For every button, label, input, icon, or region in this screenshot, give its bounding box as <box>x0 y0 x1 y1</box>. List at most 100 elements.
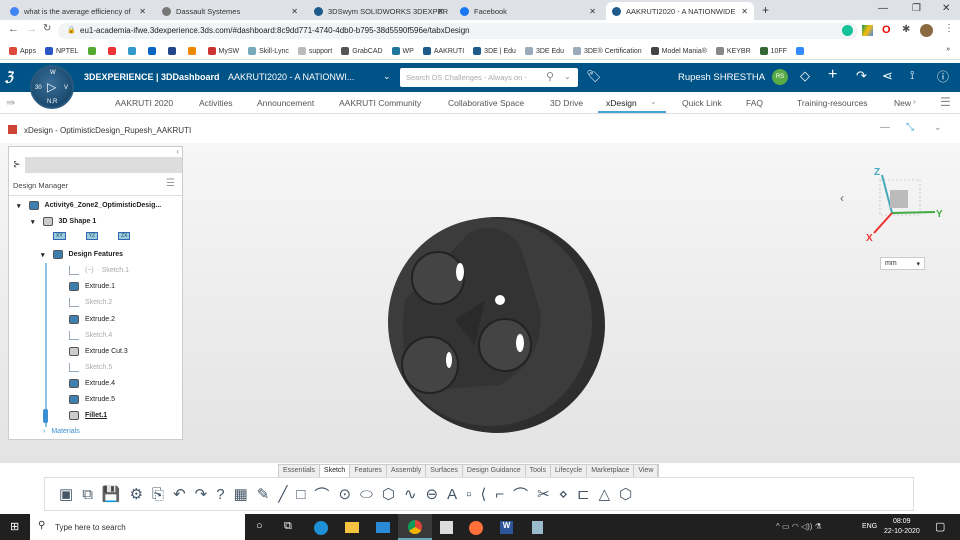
tab-quick-link[interactable]: Quick Link <box>682 98 722 108</box>
bookmark[interactable]: WP <box>391 46 414 55</box>
back-button[interactable]: ← <box>8 23 19 35</box>
text-icon[interactable]: A <box>447 486 457 503</box>
profile-avatar[interactable] <box>920 24 933 37</box>
3d-view-icon[interactable]: ⬡ <box>619 485 632 503</box>
tab-activities[interactable]: Activities <box>199 98 233 108</box>
collapse-icon[interactable]: ⤡ <box>906 122 914 133</box>
tab-announcement[interactable]: Announcement <box>257 98 314 108</box>
language-indicator[interactable]: ENG <box>862 523 877 530</box>
chevron-left-icon[interactable]: ‹ <box>840 191 844 205</box>
tab-tools[interactable]: Tools <box>526 465 551 477</box>
store-icon[interactable] <box>440 521 453 534</box>
part-icon[interactable]: ▣ <box>59 485 73 503</box>
bookmark[interactable] <box>147 46 159 55</box>
browser-tab[interactable]: what is the average efficiency of ✕ <box>4 2 152 20</box>
tab-essentials[interactable]: Essentials <box>279 465 320 477</box>
save-icon[interactable]: 💾 <box>102 485 121 503</box>
word-icon[interactable]: W <box>500 521 513 534</box>
sidebar-toggle-icon[interactable]: ⇛ <box>6 96 15 109</box>
drive-icon[interactable] <box>862 25 873 36</box>
tab-lifecycle[interactable]: Lifecycle <box>551 465 588 477</box>
tab-sketch[interactable]: Sketch <box>319 465 351 477</box>
firefox-icon[interactable] <box>469 521 483 535</box>
play-icon[interactable]: ▷ <box>47 80 56 94</box>
grammarly-icon[interactable] <box>842 25 853 36</box>
chrome-taskbar-button[interactable] <box>398 514 432 540</box>
browser-tab[interactable]: Dassault Systemes ✕ <box>156 2 304 20</box>
slot-icon[interactable]: ⊖ <box>426 485 439 503</box>
rectangle-icon[interactable]: □ <box>296 486 305 503</box>
system-tray-icons[interactable]: ^ ▭ ◠ ◁)) ⚗ <box>776 522 822 531</box>
bookmark[interactable]: MySW <box>207 46 239 55</box>
redo-icon[interactable]: ↷ <box>195 485 208 503</box>
corner-icon[interactable]: ⌐ <box>495 486 504 503</box>
search-input[interactable]: Search DS Challenges - Always on - ⚲ ⌄ <box>400 68 578 87</box>
offset-icon[interactable]: ⊏ <box>577 485 590 503</box>
menu-icon[interactable]: ☰ <box>940 95 951 109</box>
feature-sketch-1[interactable]: (−) Sketch.1 <box>69 266 129 275</box>
point-icon[interactable]: ▫ <box>466 486 471 503</box>
tab-xdesign[interactable]: xDesign <box>606 98 637 108</box>
3d-compass[interactable]: W 30 ▷ V N,R <box>30 65 74 109</box>
feature-sketch-2[interactable]: Sketch.2 <box>69 298 112 307</box>
constraint-icon[interactable]: ⋄ <box>559 485 568 503</box>
chevron-down-icon[interactable]: ⌄ <box>650 97 657 106</box>
chevron-down-icon[interactable]: ⌄ <box>564 72 571 81</box>
extensions-icon[interactable]: ✱ <box>902 24 910 35</box>
line-icon[interactable]: ╱ <box>278 485 287 503</box>
bookmark[interactable] <box>167 46 179 55</box>
plane-zx[interactable]: ZX <box>118 232 131 240</box>
clock-date[interactable]: 22-10-2020 <box>884 528 920 535</box>
browser-tab[interactable]: 3DSwym SOLIDWORKS 3DEXPER ✕ <box>308 2 450 20</box>
units-select[interactable]: mm ▾ <box>880 257 925 270</box>
sketch-grid-icon[interactable]: ▦ <box>234 485 248 503</box>
bookmark[interactable] <box>107 46 119 55</box>
close-window-button[interactable]: ✕ <box>942 3 950 14</box>
close-tab-icon[interactable]: ✕ <box>437 7 444 16</box>
ellipse-icon[interactable]: ⬭ <box>360 486 373 503</box>
tree-shape[interactable]: ▾ 3D Shape 1 <box>31 217 96 226</box>
task-view-icon[interactable]: ⧉ <box>284 520 292 533</box>
notifications-icon[interactable]: ▢ <box>935 520 945 533</box>
tab-view[interactable]: View <box>634 465 659 477</box>
settings-icon[interactable]: ⚙ <box>130 485 143 503</box>
tree-design-features[interactable]: ▾ Design Features <box>41 250 123 259</box>
bookmark[interactable] <box>127 46 139 55</box>
feature-extrude-5[interactable]: Extrude.5 <box>69 395 115 404</box>
tag-icon[interactable]: 🏷 <box>586 69 601 83</box>
clock-time[interactable]: 08:09 <box>893 518 911 525</box>
user-name[interactable]: Rupesh SHRESTHA <box>678 72 765 83</box>
reload-button[interactable]: ↻ <box>43 23 51 34</box>
close-tab-icon[interactable]: ✕ <box>741 7 748 16</box>
spline-icon[interactable]: ∿ <box>404 485 417 503</box>
trim-icon[interactable]: ✂ <box>537 485 550 503</box>
close-tab-icon[interactable]: ✕ <box>291 7 298 16</box>
feature-sketch-5[interactable]: Sketch.5 <box>69 363 112 372</box>
tab-training-resources[interactable]: Training-resources <box>797 98 868 108</box>
plane-yz[interactable]: YZ <box>85 232 99 240</box>
menu-icon[interactable]: ⋮ <box>944 23 954 34</box>
mail-icon[interactable] <box>376 522 390 533</box>
windows-start-icon[interactable]: ⊞ <box>10 520 19 533</box>
bookmark[interactable]: 3DE Edu <box>524 46 564 55</box>
network-icon[interactable]: ⋖ <box>882 68 893 84</box>
bookmark[interactable]: support <box>297 46 332 55</box>
cortana-icon[interactable]: ○ <box>256 520 263 532</box>
help-icon[interactable]: ⓘ <box>937 68 949 85</box>
copy-icon[interactable]: ⎘ <box>152 486 164 503</box>
add-icon[interactable]: + <box>828 66 837 84</box>
search-icon[interactable]: ⚲ <box>546 70 554 83</box>
notepad-icon[interactable] <box>532 521 543 534</box>
rollback-bar[interactable] <box>43 409 48 423</box>
plane-xy[interactable]: XY <box>53 232 66 240</box>
feature-sketch-4[interactable]: Sketch.4 <box>69 331 112 340</box>
minimize-app-button[interactable]: — <box>880 122 890 133</box>
tab-marketplace[interactable]: Marketplace <box>587 465 635 477</box>
browser-tab-active[interactable]: AAKRUTI2020 - A NATIONWIDE ✕ <box>606 2 754 20</box>
bookmark[interactable]: Model Mania® <box>650 46 707 55</box>
taskbar-search-input[interactable]: ⚲ Type here to search <box>30 514 245 540</box>
tab-faq[interactable]: FAQ <box>746 98 763 108</box>
url-input[interactable]: 🔒 eu1-academia-ifwe.3dexperience.3ds.com/… <box>58 23 858 39</box>
freehand-icon[interactable]: ✎ <box>257 485 270 503</box>
tree-tab-icon[interactable]: ⊱ <box>9 157 25 173</box>
